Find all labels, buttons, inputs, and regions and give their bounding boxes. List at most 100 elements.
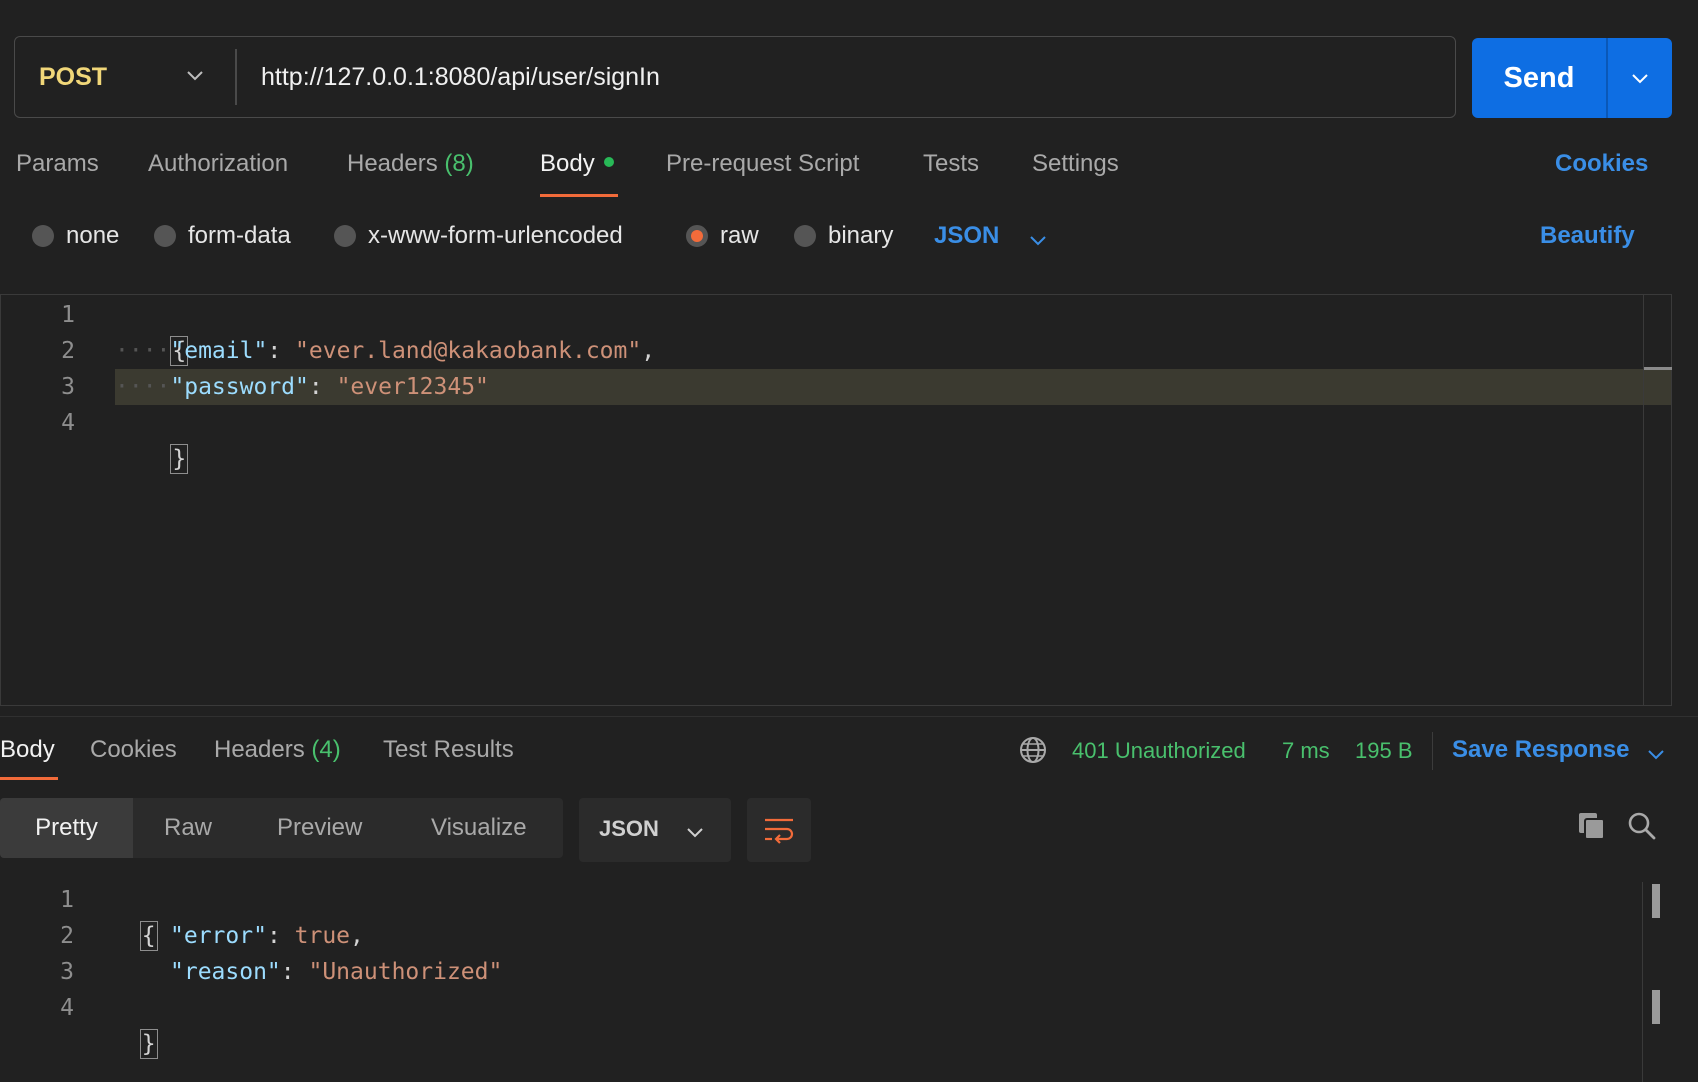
json-key: "password" bbox=[170, 374, 309, 400]
code-line: } bbox=[115, 405, 189, 474]
close-brace: } bbox=[139, 1029, 158, 1059]
view-raw-button[interactable]: Raw bbox=[164, 798, 212, 858]
tab-prerequest-script[interactable]: Pre-request Script bbox=[666, 150, 859, 178]
json-boolean: true bbox=[294, 923, 351, 949]
body-modified-dot bbox=[603, 157, 614, 167]
json-string: "ever.land@kakaobank.com" bbox=[295, 338, 642, 364]
save-response-button[interactable]: Save Response bbox=[1452, 736, 1664, 764]
radio-circle bbox=[334, 225, 356, 247]
response-tab-test-results[interactable]: Test Results bbox=[383, 736, 514, 764]
line-number: 3 bbox=[61, 374, 75, 400]
response-headers-count-badge: (4) bbox=[311, 736, 341, 763]
response-time[interactable]: 7 ms bbox=[1282, 738, 1330, 764]
divider bbox=[1432, 732, 1433, 770]
send-button-group: Send bbox=[1472, 38, 1672, 118]
tab-params[interactable]: Params bbox=[16, 150, 99, 178]
code-line: { bbox=[115, 297, 189, 366]
tab-headers-label: Headers bbox=[347, 150, 438, 177]
line-number: 4 bbox=[61, 410, 75, 436]
copy-icon[interactable] bbox=[1576, 810, 1608, 842]
view-pretty-button[interactable]: Pretty bbox=[0, 798, 133, 858]
search-icon[interactable] bbox=[1626, 810, 1658, 842]
json-string: "Unauthorized" bbox=[308, 959, 503, 985]
url-input[interactable]: http://127.0.0.1:8080/api/user/signIn bbox=[261, 37, 1411, 117]
line-number: 2 bbox=[61, 338, 75, 364]
chevron-down-icon bbox=[1632, 74, 1648, 84]
radio-raw[interactable]: raw bbox=[686, 222, 759, 250]
radio-circle bbox=[32, 225, 54, 247]
response-scroll-marker[interactable] bbox=[1652, 884, 1660, 918]
line-number: 3 bbox=[60, 959, 74, 985]
radio-urlencoded[interactable]: x-www-form-urlencoded bbox=[334, 222, 623, 250]
request-url-bar: POST http://127.0.0.1:8080/api/user/sign… bbox=[14, 36, 1456, 118]
wrap-lines-button[interactable] bbox=[747, 798, 811, 862]
tab-body[interactable]: Body bbox=[540, 150, 614, 178]
editor-scroll-track bbox=[1643, 295, 1644, 705]
response-tab-body[interactable]: Body bbox=[0, 736, 55, 764]
radio-binary-label: binary bbox=[828, 222, 894, 249]
code-line: ····"email": "ever.land@kakaobank.com", bbox=[115, 338, 656, 364]
json-key: "error" bbox=[170, 923, 267, 949]
json-string: "ever12345" bbox=[336, 374, 489, 400]
tab-body-label: Body bbox=[540, 150, 595, 177]
radio-form-data[interactable]: form-data bbox=[154, 222, 291, 250]
active-tab-indicator bbox=[0, 777, 58, 780]
url-separator bbox=[235, 49, 237, 105]
radio-raw-label: raw bbox=[720, 222, 759, 249]
radio-binary[interactable]: binary bbox=[794, 222, 893, 250]
send-options-button[interactable] bbox=[1608, 38, 1672, 118]
section-divider bbox=[0, 716, 1698, 717]
view-mode-group: Pretty Raw Preview Visualize bbox=[0, 798, 563, 858]
radio-form-data-label: form-data bbox=[188, 222, 291, 249]
chevron-down-icon bbox=[187, 71, 203, 81]
view-preview-button[interactable]: Preview bbox=[277, 798, 362, 858]
chevron-down-icon bbox=[1648, 750, 1664, 760]
response-code-line: "reason": "Unauthorized" bbox=[170, 959, 503, 985]
line-number: 1 bbox=[60, 887, 74, 913]
response-tab-headers[interactable]: Headers (4) bbox=[214, 736, 341, 764]
response-format-label: JSON bbox=[599, 816, 659, 841]
chevron-down-icon bbox=[687, 828, 703, 838]
response-tab-cookies[interactable]: Cookies bbox=[90, 736, 177, 764]
open-brace: { bbox=[139, 921, 158, 951]
response-scroll-track bbox=[1642, 882, 1643, 1082]
method-label: POST bbox=[39, 62, 108, 91]
radio-circle bbox=[154, 225, 176, 247]
method-select[interactable]: POST bbox=[15, 37, 235, 117]
response-scroll-marker[interactable] bbox=[1652, 990, 1660, 1024]
close-brace: } bbox=[170, 444, 189, 474]
indent-whitespace: ···· bbox=[115, 374, 171, 400]
save-response-label: Save Response bbox=[1452, 736, 1630, 763]
active-tab-indicator bbox=[540, 194, 618, 197]
tab-tests[interactable]: Tests bbox=[923, 150, 979, 178]
wrap-lines-icon bbox=[765, 818, 794, 844]
tab-settings[interactable]: Settings bbox=[1032, 150, 1119, 178]
radio-none-label: none bbox=[66, 222, 120, 249]
view-visualize-button[interactable]: Visualize bbox=[431, 798, 527, 858]
response-size[interactable]: 195 B bbox=[1355, 738, 1413, 764]
cookies-link[interactable]: Cookies bbox=[1555, 150, 1648, 178]
headers-count-badge: (8) bbox=[444, 150, 474, 177]
indent-whitespace: ···· bbox=[115, 338, 171, 364]
request-body-editor[interactable]: 1 2 3 4 { ····"email": "ever.land@kakaob… bbox=[0, 294, 1672, 706]
globe-icon[interactable] bbox=[1018, 735, 1048, 765]
radio-circle bbox=[794, 225, 816, 247]
beautify-button[interactable]: Beautify bbox=[1540, 222, 1635, 250]
body-language-label: JSON bbox=[934, 222, 1000, 249]
radio-none[interactable]: none bbox=[32, 222, 119, 250]
chevron-down-icon bbox=[1030, 236, 1046, 246]
code-line: ····"password": "ever12345" bbox=[115, 374, 489, 400]
line-number: 4 bbox=[60, 995, 74, 1021]
tab-headers[interactable]: Headers (8) bbox=[347, 150, 474, 178]
response-code-line: "error": true, bbox=[170, 923, 364, 949]
response-code-line: { bbox=[112, 882, 158, 951]
send-button[interactable]: Send bbox=[1472, 38, 1606, 118]
radio-urlencoded-label: x-www-form-urlencoded bbox=[368, 222, 623, 249]
response-code-line: } bbox=[112, 990, 158, 1059]
editor-scrollbar[interactable] bbox=[1644, 367, 1672, 370]
body-language-select[interactable]: JSON bbox=[934, 222, 1046, 250]
radio-circle-selected bbox=[686, 225, 708, 247]
response-format-select[interactable]: JSON bbox=[579, 798, 731, 862]
status-code[interactable]: 401 Unauthorized bbox=[1072, 738, 1246, 764]
tab-authorization[interactable]: Authorization bbox=[148, 150, 288, 178]
